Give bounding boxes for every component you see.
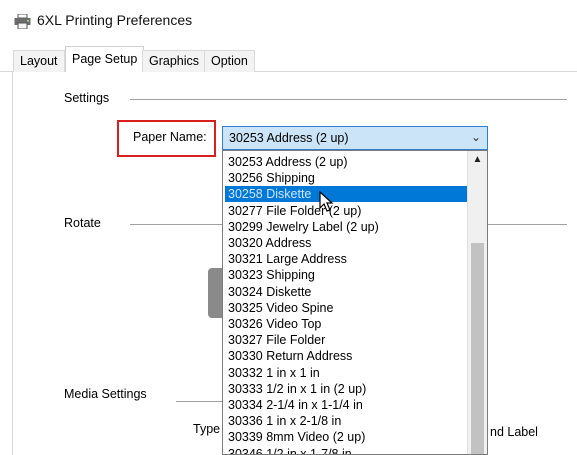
dropdown-option[interactable]: 30326 Video Top bbox=[225, 316, 467, 332]
media-divider bbox=[176, 401, 222, 402]
media-settings-section-label: Media Settings bbox=[64, 387, 147, 401]
dropdown-option[interactable]: 30256 Shipping bbox=[225, 170, 467, 186]
chevron-down-icon[interactable]: ⌄ bbox=[471, 130, 481, 144]
dropdown-option[interactable]: 30332 1 in x 1 in bbox=[225, 365, 467, 381]
dropdown-option[interactable]: 30333 1/2 in x 1 in (2 up) bbox=[225, 381, 467, 397]
dropdown-option[interactable]: 30346 1/2 in x 1-7/8 in bbox=[225, 446, 467, 454]
paper-name-combobox[interactable]: 30253 Address (2 up) ⌄ bbox=[222, 126, 488, 150]
label-type-partial-text: nd Label bbox=[490, 425, 538, 439]
type-label: Type bbox=[193, 422, 221, 436]
orientation-preview bbox=[208, 268, 222, 318]
paper-name-value: 30253 Address (2 up) bbox=[229, 131, 349, 145]
paper-name-dropdown-list[interactable]: 30253 Address (2 up) 30256 Shipping 30258 … bbox=[222, 150, 488, 455]
dropdown-option[interactable]: 30258 Diskette bbox=[225, 186, 467, 203]
paper-name-label: Paper Name: bbox=[133, 130, 207, 144]
rotate-divider-right bbox=[488, 224, 567, 225]
title-bar: 6XL Printing Preferences bbox=[0, 0, 577, 42]
dropdown-option[interactable]: 30336 1 in x 2-1/8 in bbox=[225, 413, 467, 429]
dropdown-option[interactable]: 30330 Return Address bbox=[225, 348, 467, 364]
window-title: 6XL Printing Preferences bbox=[37, 12, 193, 28]
tab-page-setup[interactable]: Page Setup bbox=[65, 46, 145, 73]
dropdown-option[interactable]: 30323 Shipping bbox=[225, 267, 467, 283]
dropdown-scrollbar[interactable]: ▲ bbox=[467, 151, 487, 454]
dropdown-option[interactable]: 30325 Video Spine bbox=[225, 300, 467, 316]
mouse-pointer-icon bbox=[319, 191, 334, 212]
tab-option[interactable]: Option bbox=[204, 50, 255, 72]
tab-strip: Layout Page Setup Graphics Option bbox=[0, 44, 577, 73]
dropdown-option[interactable]: 30324 Diskette bbox=[225, 284, 467, 300]
dropdown-option[interactable]: 30253 Address (2 up) bbox=[225, 154, 467, 170]
dropdown-option[interactable]: 30277 File Folder (2 up) bbox=[225, 203, 467, 219]
tab-graphics[interactable]: Graphics bbox=[142, 50, 207, 72]
settings-section-label: Settings bbox=[64, 91, 110, 105]
chevron-up-icon[interactable]: ▲ bbox=[468, 152, 487, 168]
dropdown-option[interactable]: 30321 Large Address bbox=[225, 251, 467, 267]
dropdown-option[interactable]: 30320 Address bbox=[225, 235, 467, 251]
dropdown-option[interactable]: 30339 8mm Video (2 up) bbox=[225, 429, 467, 445]
rotate-section-label: Rotate bbox=[64, 216, 101, 230]
tab-layout[interactable]: Layout bbox=[13, 50, 65, 72]
settings-divider bbox=[130, 99, 567, 100]
dropdown-option[interactable]: 30327 File Folder bbox=[225, 332, 467, 348]
printer-icon bbox=[14, 14, 31, 29]
dropdown-option[interactable]: 30334 2-1/4 in x 1-1/4 in bbox=[225, 397, 467, 413]
scrollbar-thumb[interactable] bbox=[471, 243, 484, 454]
rotate-divider-left bbox=[130, 224, 222, 225]
dropdown-option[interactable]: 30299 Jewelry Label (2 up) bbox=[225, 219, 467, 235]
